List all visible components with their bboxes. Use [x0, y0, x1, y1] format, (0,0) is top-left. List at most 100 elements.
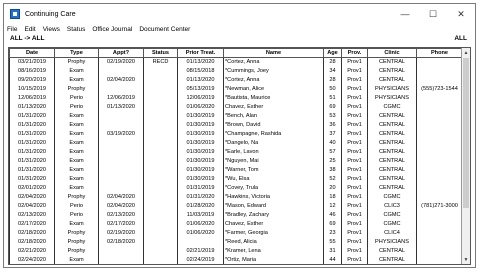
- table-row[interactable]: 01/31/2020 Exam 01/30/2019 *Bench, Alan 53 Pr…: [9, 112, 463, 121]
- cell-name: *Warner, Tom: [223, 166, 324, 175]
- cell-phone: [416, 57, 463, 67]
- table-row[interactable]: 09/20/2019 Exam 02/04/2020 01/13/2020 *Corte…: [9, 76, 463, 85]
- table-row[interactable]: 03/21/2019 Prophy 02/19/2020 RECD 01/13/2020…: [9, 57, 463, 67]
- vertical-scrollbar[interactable]: ▲ ▼: [461, 48, 470, 264]
- menu-edit[interactable]: Edit: [24, 26, 35, 33]
- cell-prior-treat: 01/30/2019: [177, 175, 224, 184]
- table-row[interactable]: 01/31/2020 Exam 01/30/2019 *Earle, Lavon 57 P…: [9, 148, 463, 157]
- close-button[interactable]: ✕: [447, 4, 475, 24]
- cell-type: Prophy: [54, 229, 99, 238]
- scroll-down-arrow-icon[interactable]: ▼: [462, 255, 470, 264]
- cell-prov: Prov1: [341, 76, 368, 85]
- col-header-date[interactable]: Date: [9, 48, 55, 58]
- cell-age: 37: [323, 130, 342, 139]
- table-row[interactable]: 01/31/2020 Exam 01/30/2019 *Brown, David 36 P…: [9, 121, 463, 130]
- cell-clinic: CENTRAL: [367, 148, 417, 157]
- col-header-prior-treat[interactable]: Prior Treat.: [177, 48, 224, 58]
- cell-appt: 02/04/2020: [98, 193, 144, 202]
- col-header-clinic[interactable]: Clinic: [367, 48, 417, 58]
- table-row[interactable]: 10/15/2019 Prophy 05/13/2019 *Newman, Alice…: [9, 85, 463, 94]
- cell-prior-treat: 01/31/2020: [177, 193, 224, 202]
- cell-prior-treat: 01/28/2020: [177, 202, 224, 211]
- cell-date: 02/01/2020: [9, 184, 55, 193]
- table-row[interactable]: 02/04/2020 Perio 02/04/2020 01/28/2020 *Maso…: [9, 202, 463, 211]
- menu-status[interactable]: Status: [67, 26, 85, 33]
- cell-name: *Cortez, Anna: [223, 57, 324, 67]
- cell-prov: Prov1: [341, 157, 368, 166]
- menu-document-center[interactable]: Document Center: [139, 26, 190, 33]
- table-row[interactable]: 02/13/2020 Perio 02/13/2020 11/03/2019 *Brad…: [9, 211, 463, 220]
- menu-office-journal[interactable]: Office Journal: [92, 26, 132, 33]
- cell-type: Exam: [54, 139, 99, 148]
- cell-appt: [98, 148, 144, 157]
- table-row[interactable]: 01/31/2020 Exam 01/30/2019 *Warner, Tom 38 Pr…: [9, 166, 463, 175]
- menu-views[interactable]: Views: [43, 26, 60, 33]
- cell-type: Perio: [54, 94, 99, 103]
- col-header-name[interactable]: Name: [223, 48, 324, 58]
- cell-status: [143, 211, 178, 220]
- cell-clinic: CENTRAL: [367, 57, 417, 67]
- cell-appt: [98, 175, 144, 184]
- cell-phone: [416, 130, 463, 139]
- cell-clinic: CLIC4: [367, 229, 417, 238]
- cell-phone: [416, 103, 463, 112]
- table-row[interactable]: 01/31/2020 Exam 01/30/2019 *Wu, Elsa 52 Prov1…: [9, 175, 463, 184]
- table-row[interactable]: 02/18/2020 Prophy 02/19/2020 01/06/2020 *Far…: [9, 229, 463, 238]
- table-row[interactable]: 01/31/2020 Exam 03/19/2020 01/30/2019 *Champ…: [9, 130, 463, 139]
- cell-prior-treat: 01/30/2019: [177, 112, 224, 121]
- col-header-age[interactable]: Age: [323, 48, 342, 58]
- cell-phone: [416, 157, 463, 166]
- col-header-appt[interactable]: Appt?: [98, 48, 144, 58]
- table-row[interactable]: 02/01/2020 Exam 01/31/2019 *Covey, Trula 20 P…: [9, 184, 463, 193]
- cell-phone: (781)271-3000: [416, 202, 463, 211]
- minimize-button[interactable]: —: [391, 4, 419, 24]
- cell-status: RECD: [143, 57, 178, 67]
- table-row[interactable]: 02/17/2020 Exam 02/17/2020 01/06/2020 Chavez…: [9, 220, 463, 229]
- cell-prior-treat: 01/06/2020: [177, 229, 224, 238]
- table-row[interactable]: 01/31/2020 Exam 01/30/2019 *Dangelo, Na 40 Pr…: [9, 139, 463, 148]
- cell-name: *Nguyen, Mai: [223, 157, 324, 166]
- cell-clinic: CENTRAL: [367, 112, 417, 121]
- col-header-status[interactable]: Status: [143, 48, 178, 58]
- cell-type: Exam: [54, 121, 99, 130]
- col-header-phone[interactable]: Phone: [416, 48, 463, 58]
- table-row[interactable]: 01/31/2020 Exam 01/30/2019 *Nguyen, Mai 25 Pr…: [9, 157, 463, 166]
- cell-age: 44: [323, 256, 342, 264]
- table-row[interactable]: 12/06/2019 Perio 12/06/2019 12/06/2019 *Baut…: [9, 94, 463, 103]
- table-row[interactable]: 02/18/2020 Prophy 02/18/2020 *Reed, Alicia 5…: [9, 238, 463, 247]
- table-row[interactable]: 08/16/2019 Exam 08/15/2018 *Cummings, Joey 3…: [9, 67, 463, 76]
- cell-prov: Prov1: [341, 112, 368, 121]
- cell-age: 69: [323, 220, 342, 229]
- cell-prior-treat: 05/13/2019: [177, 85, 224, 94]
- scroll-up-arrow-icon[interactable]: ▲: [462, 48, 470, 57]
- cell-prior-treat: 01/30/2019: [177, 166, 224, 175]
- cell-age: 53: [323, 112, 342, 121]
- table-row[interactable]: 01/13/2020 Perio 01/13/2020 01/06/2020 Chave…: [9, 103, 463, 112]
- cell-type: Exam: [54, 256, 99, 264]
- cell-clinic: CENTRAL: [367, 256, 417, 264]
- cell-clinic: CLIC3: [367, 202, 417, 211]
- cell-date: 02/04/2020: [9, 202, 55, 211]
- maximize-button[interactable]: ☐: [419, 4, 447, 24]
- menu-file[interactable]: File: [7, 26, 17, 33]
- cell-appt: 01/13/2020: [98, 103, 144, 112]
- scrollbar-thumb[interactable]: [463, 58, 469, 208]
- cell-date: 01/31/2020: [9, 148, 55, 157]
- cell-name: *Hawkins, Victoria: [223, 193, 324, 202]
- app-icon: [10, 9, 20, 19]
- cell-date: 01/31/2020: [9, 130, 55, 139]
- cell-clinic: CENTRAL: [367, 166, 417, 175]
- table-row[interactable]: 02/24/2020 Exam 02/24/2019 *Ortiz, Maria 44 P…: [9, 256, 463, 264]
- cell-prior-treat: 08/15/2018: [177, 67, 224, 76]
- cell-type: Exam: [54, 157, 99, 166]
- cell-name: *Farmer, Georgia: [223, 229, 324, 238]
- table-row[interactable]: 02/04/2020 Prophy 02/04/2020 01/31/2020 *Haw…: [9, 193, 463, 202]
- col-header-type[interactable]: Type: [54, 48, 99, 58]
- table-row[interactable]: 02/21/2020 Prophy 02/21/2019 *Kramer, Lena 3…: [9, 247, 463, 256]
- cell-date: 02/24/2020: [9, 256, 55, 264]
- cell-status: [143, 175, 178, 184]
- cell-appt: [98, 184, 144, 193]
- cell-type: Exam: [54, 166, 99, 175]
- cell-appt: [98, 157, 144, 166]
- col-header-prov[interactable]: Prov.: [341, 48, 368, 58]
